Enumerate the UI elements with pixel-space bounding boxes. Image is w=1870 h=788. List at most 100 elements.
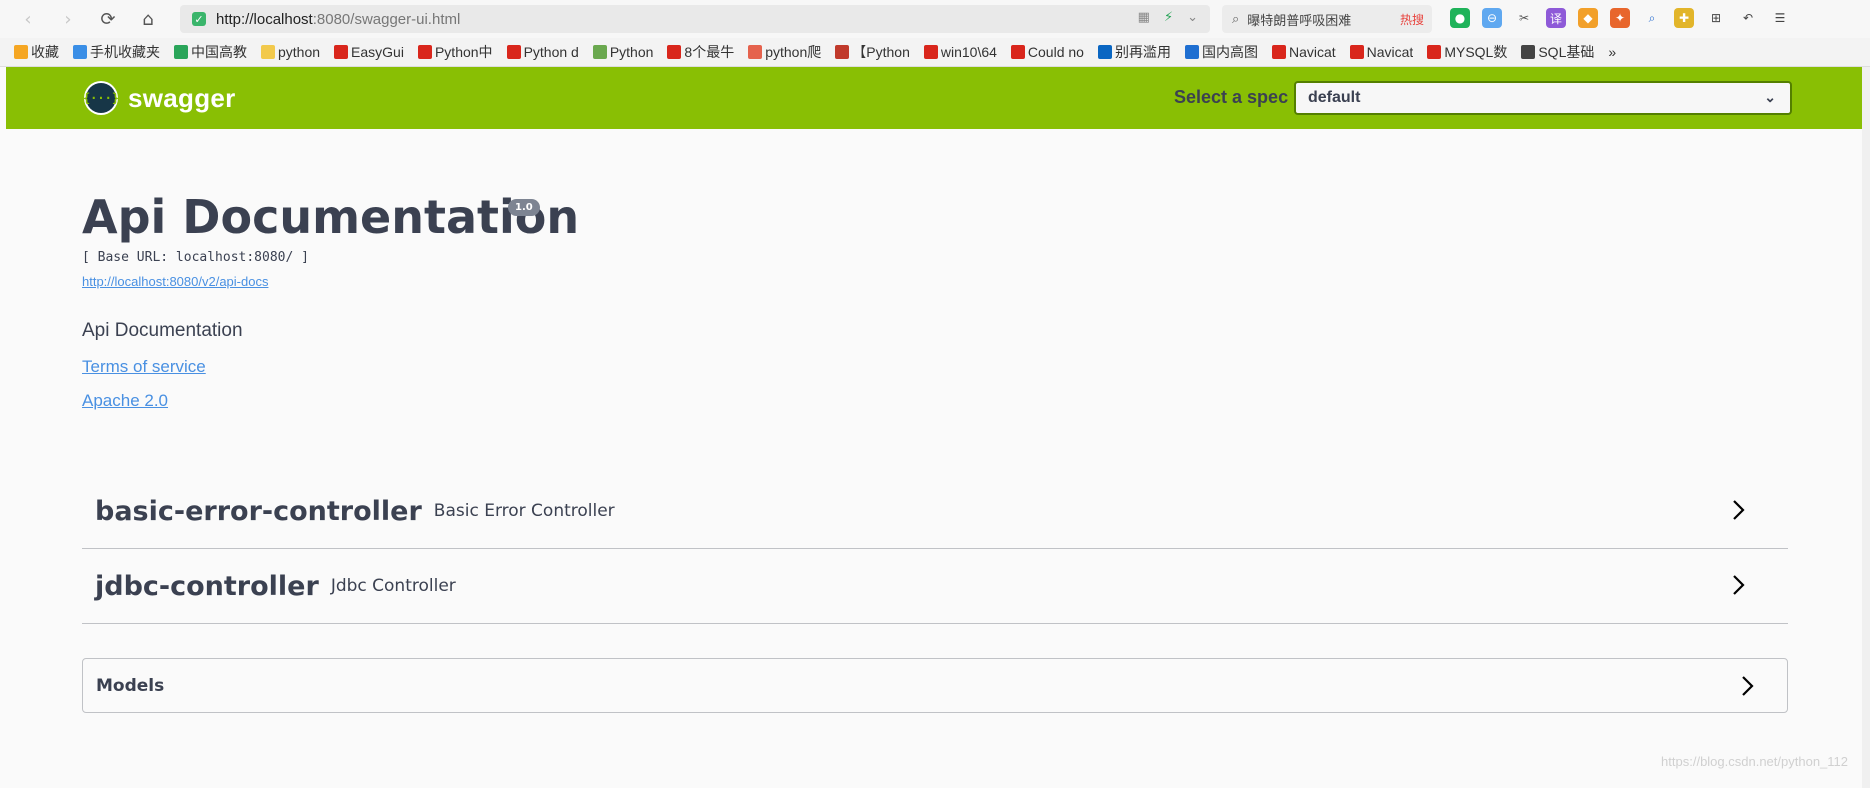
swagger-topbar: {···} swagger Select a spec default ⌄ xyxy=(6,67,1862,129)
grid-icon[interactable]: ⊞ xyxy=(1706,8,1726,28)
bookmark-item[interactable]: » xyxy=(1608,44,1616,60)
base-url: [ Base URL: localhost:8080/ ] xyxy=(82,250,309,265)
bookmark-item[interactable]: python爬 xyxy=(748,42,821,62)
bookmark-item[interactable]: python xyxy=(261,44,320,60)
shield-ext-icon[interactable]: ◆ xyxy=(1578,8,1598,28)
browser-toolbar: ‹ › ⟳ ⌂ ✓ http://localhost:8080/swagger-… xyxy=(0,0,1870,38)
bookmark-label: 收藏 xyxy=(31,44,59,60)
spec-select[interactable]: default ⌄ xyxy=(1294,81,1792,115)
game-icon[interactable]: ✦ xyxy=(1610,8,1630,28)
bookmark-label: 8个最牛 xyxy=(684,44,735,60)
bookmark-item[interactable]: Python xyxy=(592,44,654,60)
zhihu-icon xyxy=(1097,45,1112,59)
tag-name: basic-error-controller xyxy=(95,495,422,527)
qr-icon[interactable]: ▦ xyxy=(1138,10,1150,25)
bookmark-item[interactable]: EasyGui xyxy=(334,44,404,60)
bookmark-item[interactable]: Python中 xyxy=(417,42,493,62)
csdn-icon xyxy=(1271,45,1286,59)
bookmark-label: python爬 xyxy=(765,44,822,60)
extension-icon[interactable]: ✚ xyxy=(1674,8,1694,28)
sql-icon xyxy=(1521,45,1536,59)
bookmark-item[interactable]: Navicat xyxy=(1271,44,1336,60)
home-icon[interactable]: ⌂ xyxy=(136,7,160,31)
bookmark-label: Python中 xyxy=(434,44,493,60)
undo-icon[interactable]: ↶ xyxy=(1738,8,1758,28)
menu-icon[interactable]: ☰ xyxy=(1770,8,1790,28)
bookmark-item[interactable]: 收藏 xyxy=(14,42,59,62)
refresh-icon[interactable]: ⟳ xyxy=(96,7,120,31)
minus-circle-icon[interactable]: ⊖ xyxy=(1482,8,1502,28)
bookmark-label: MYSQL数 xyxy=(1444,44,1508,60)
watermark: https://blog.csdn.net/python_112 xyxy=(1661,754,1848,769)
tag-name: jdbc-controller xyxy=(95,570,319,602)
bookmark-item[interactable]: Could no xyxy=(1010,44,1084,60)
tag-jdbc-controller[interactable]: jdbc-controller Jdbc Controller xyxy=(82,549,1788,624)
spec-value: default xyxy=(1308,89,1361,106)
python-icon xyxy=(592,45,607,59)
scissors-icon[interactable]: ✂ xyxy=(1514,8,1534,28)
bookmark-label: Navicat xyxy=(1288,44,1336,60)
bookmark-item[interactable]: 8个最牛 xyxy=(667,42,734,62)
bookmark-item[interactable]: 中国高教 xyxy=(174,42,247,62)
bookmark-item[interactable]: SQL基础 xyxy=(1521,42,1594,62)
bookmark-item[interactable]: Python d xyxy=(506,44,579,60)
version-badge: 1.0 xyxy=(508,199,540,216)
wechat-icon[interactable]: ● xyxy=(1450,8,1470,28)
bookmark-item[interactable]: 【Python xyxy=(835,42,910,62)
hot-badge: 热搜 xyxy=(1399,12,1424,27)
chevron-down-icon[interactable]: ⌄ xyxy=(1187,10,1198,25)
bookmark-item[interactable]: 别再滥用 xyxy=(1097,42,1171,62)
shield-icon: ✓ xyxy=(192,12,206,26)
bookmark-label: EasyGui xyxy=(351,44,404,60)
api-docs-link[interactable]: http://localhost:8080/v2/api-docs xyxy=(82,274,268,289)
bookmark-item[interactable]: win10\64 xyxy=(923,44,997,60)
k-icon xyxy=(1184,45,1199,59)
bookmark-label: » xyxy=(1608,44,1617,60)
magnifier-icon[interactable]: ⌕ xyxy=(1642,8,1662,28)
csdn-icon xyxy=(334,45,349,59)
models-label: Models xyxy=(96,675,165,696)
chevron-right-icon xyxy=(1742,676,1754,696)
chevron-right-icon xyxy=(1733,575,1745,595)
spec-label: Select a spec xyxy=(1174,87,1289,107)
bookmark-label: Python d xyxy=(523,44,579,60)
lightning-icon[interactable]: ⚡ xyxy=(1164,10,1173,25)
url-text[interactable]: http://localhost:8080/swagger-ui.html xyxy=(216,11,460,28)
swagger-logo-icon: {···} xyxy=(83,81,119,115)
forward-icon[interactable]: › xyxy=(56,7,80,31)
translate-icon[interactable]: 译 xyxy=(1546,8,1566,28)
license-link[interactable]: Apache 2.0 xyxy=(82,391,168,411)
bookmark-label: Python xyxy=(609,44,654,60)
csdn-icon xyxy=(1010,45,1025,59)
api-description: Api Documentation xyxy=(82,320,243,341)
bookmark-label: Could no xyxy=(1027,44,1084,60)
bookmark-label: 【Python xyxy=(852,44,910,60)
bookmark-item[interactable]: 手机收藏夹 xyxy=(73,42,160,62)
browser-chrome: ‹ › ⟳ ⌂ ✓ http://localhost:8080/swagger-… xyxy=(0,0,1870,67)
bookmark-label: 国内高图 xyxy=(1201,44,1258,60)
chevron-down-icon: ⌄ xyxy=(1764,89,1776,105)
bookmark-label: 手机收藏夹 xyxy=(90,44,160,60)
scrollbar[interactable] xyxy=(1862,67,1870,788)
bookmark-label: win10\64 xyxy=(940,44,997,60)
search-box[interactable]: ⌕ 曝特朗普呼吸困难 热搜 xyxy=(1222,5,1432,33)
address-bar[interactable]: ✓ http://localhost:8080/swagger-ui.html … xyxy=(180,5,1210,33)
search-text: 曝特朗普呼吸困难 xyxy=(1247,12,1352,28)
bookmark-item[interactable]: 国内高图 xyxy=(1184,42,1258,62)
swagger-logo[interactable]: {···} swagger xyxy=(83,81,236,115)
csdn-icon xyxy=(667,45,682,59)
folder-icon xyxy=(261,45,275,59)
logo-text: swagger xyxy=(128,82,236,113)
terms-of-service-link[interactable]: Terms of service xyxy=(82,357,206,377)
csdn-icon xyxy=(923,45,938,59)
bookmark-item[interactable]: Navicat xyxy=(1349,44,1413,60)
tag-basic-error-controller[interactable]: basic-error-controller Basic Error Contr… xyxy=(82,474,1788,549)
back-icon[interactable]: ‹ xyxy=(16,7,40,31)
bookmark-item[interactable]: MYSQL数 xyxy=(1427,42,1507,62)
models-section[interactable]: Models xyxy=(82,658,1788,713)
phone-icon xyxy=(73,45,87,59)
star-icon xyxy=(14,45,28,59)
globe-icon xyxy=(174,45,188,59)
csdn-icon xyxy=(1427,45,1442,59)
chevron-right-icon xyxy=(1733,500,1745,520)
